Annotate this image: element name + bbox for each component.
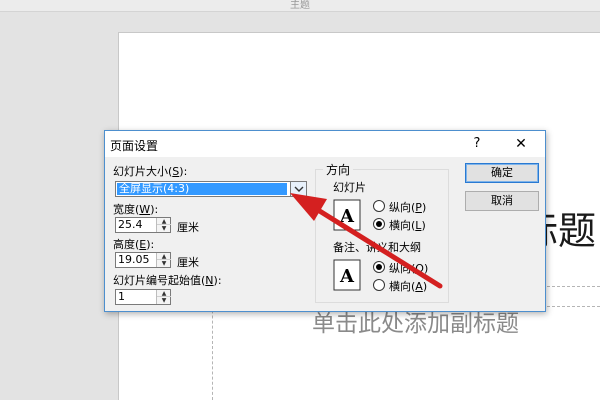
spin-up-icon[interactable]: ▲ [157, 290, 171, 297]
notes-orientation-label: 备注、讲义和大纲 [331, 239, 423, 255]
height-spin-buttons[interactable]: ▲ ▼ [156, 253, 171, 267]
slide-size-label: 幻灯片大小(S): [113, 165, 188, 178]
close-button[interactable]: ✕ [509, 134, 533, 154]
page-setup-dialog: 页面设置 ? ✕ 幻灯片大小(S): 全屏显示(4:3) 宽度(W): 25.4… [104, 130, 546, 312]
orientation-title: 方向 [323, 161, 354, 178]
svg-text:A: A [339, 266, 355, 287]
slide-size-value: 全屏显示(4:3) [117, 183, 287, 195]
width-unit: 厘米 [177, 221, 199, 234]
height-stepper[interactable]: 19.05 ▲ ▼ [115, 252, 171, 268]
ok-button[interactable]: 确定 [465, 163, 539, 183]
slide-size-select[interactable]: 全屏显示(4:3) [115, 181, 307, 197]
notes-portrait-label: 纵向(O) [389, 262, 429, 275]
notes-portrait-radio[interactable] [373, 261, 385, 273]
dialog-titlebar[interactable]: 页面设置 ? ✕ [105, 131, 545, 157]
help-icon: ? [473, 136, 481, 151]
slide-size-dropdown-button[interactable] [290, 182, 306, 196]
width-label: 宽度(W): [113, 203, 159, 216]
window-titlebar: 主题 [0, 0, 600, 12]
height-label: 高度(E): [113, 238, 155, 251]
start-number-label: 幻灯片编号起始值(N): [113, 274, 222, 287]
spin-up-icon[interactable]: ▲ [157, 218, 171, 225]
notes-landscape-label: 横向(A) [389, 280, 428, 293]
spin-down-icon[interactable]: ▼ [157, 225, 171, 232]
spin-down-icon[interactable]: ▼ [157, 260, 171, 267]
slides-landscape-label: 横向(L) [389, 219, 426, 232]
slides-landscape-radio[interactable] [373, 218, 385, 230]
chevron-down-icon [294, 186, 303, 192]
page-letter-a-icon: A [333, 259, 361, 291]
dialog-title: 页面设置 [110, 139, 159, 153]
slides-orientation-label: 幻灯片 [331, 179, 368, 195]
svg-text:A: A [339, 206, 355, 227]
close-icon: ✕ [515, 136, 527, 152]
width-value: 25.4 [118, 218, 143, 231]
notes-landscape-radio[interactable] [373, 279, 385, 291]
start-number-stepper[interactable]: 1 ▲ ▼ [115, 289, 171, 305]
slides-portrait-label: 纵向(P) [389, 201, 427, 214]
start-number-spin-buttons[interactable]: ▲ ▼ [156, 290, 171, 304]
height-unit: 厘米 [177, 256, 199, 269]
width-stepper[interactable]: 25.4 ▲ ▼ [115, 217, 171, 233]
help-button[interactable]: ? [465, 134, 489, 154]
spin-down-icon[interactable]: ▼ [157, 297, 171, 304]
slides-portrait-radio[interactable] [373, 200, 385, 212]
cancel-button[interactable]: 取消 [465, 191, 539, 211]
spin-up-icon[interactable]: ▲ [157, 253, 171, 260]
start-number-value: 1 [118, 290, 125, 303]
window-title: 主题 [290, 0, 310, 11]
width-spin-buttons[interactable]: ▲ ▼ [156, 218, 171, 232]
height-value: 19.05 [118, 253, 150, 266]
page-letter-a-icon: A [333, 199, 361, 231]
